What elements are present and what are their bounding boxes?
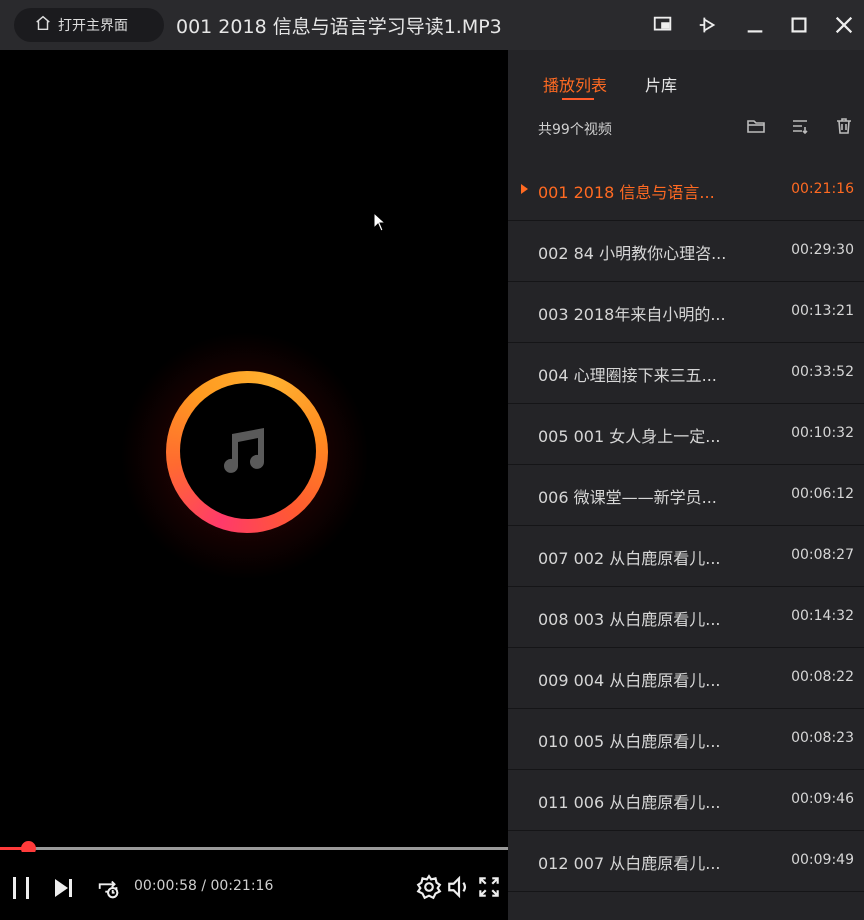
playlist-item[interactable]: 007 002 从白鹿原看儿... 00:08:27: [508, 526, 864, 587]
next-button[interactable]: [50, 874, 78, 902]
mouse-cursor-icon: [373, 211, 387, 232]
playlist-item[interactable]: 010 005 从白鹿原看儿... 00:08:23: [508, 709, 864, 770]
home-icon: [34, 14, 52, 36]
playlist-item[interactable]: 008 003 从白鹿原看儿... 00:14:32: [508, 587, 864, 648]
playlist-item[interactable]: 004 心理圈接下来三五... 00:33:52: [508, 343, 864, 404]
media-title: 001 2018 信息与语言学习导读1.MP3: [176, 16, 502, 38]
playlist-item-title: 004 心理圈接下来三五...: [538, 366, 717, 385]
playlist-item[interactable]: 009 004 从白鹿原看儿... 00:08:22: [508, 648, 864, 709]
close-icon[interactable]: [831, 12, 857, 38]
playlist-item-title: 008 003 从白鹿原看儿...: [538, 610, 721, 629]
playlist-item-title: 007 002 从白鹿原看儿...: [538, 549, 721, 568]
playlist-item-title: 003 2018年来自小明的...: [538, 305, 726, 324]
playlist-item-duration: 00:08:23: [791, 730, 854, 746]
playlist-count: 共99个视频: [538, 122, 612, 138]
loop-mode-icon[interactable]: [94, 874, 124, 902]
playlist-item-title: 005 001 女人身上一定...: [538, 427, 721, 446]
playlist-item-title: 002 84 小明教你心理咨...: [538, 244, 727, 263]
playlist-item-title: 006 微课堂——新学员...: [538, 488, 717, 507]
seek-bar[interactable]: [0, 841, 508, 856]
playlist-item-duration: 00:33:52: [791, 364, 854, 380]
sort-list-icon[interactable]: [790, 116, 812, 138]
open-folder-icon[interactable]: [746, 116, 768, 138]
playlist-item[interactable]: 011 006 从白鹿原看儿... 00:09:46: [508, 770, 864, 831]
playlist-item[interactable]: 012 007 从白鹿原看儿... 00:09:49: [508, 831, 864, 892]
playlist-panel: 播放列表 片库 共99个视频 001 2018 信息与语言... 00:21:16…: [508, 50, 864, 920]
playlist-item-title: 011 006 从白鹿原看儿...: [538, 793, 721, 812]
pin-on-top-icon[interactable]: [695, 12, 721, 38]
playlist-item-duration: 00:10:32: [791, 425, 854, 441]
playlist: 001 2018 信息与语言... 00:21:16 002 84 小明教你心理咨.…: [508, 160, 864, 892]
time-display: 00:00:58 / 00:21:16: [134, 878, 274, 894]
playlist-item-duration: 00:09:49: [791, 852, 854, 868]
playlist-item[interactable]: 001 2018 信息与语言... 00:21:16: [508, 160, 864, 221]
playlist-item-duration: 00:13:21: [791, 303, 854, 319]
maximize-icon[interactable]: [786, 12, 812, 38]
open-main-interface-label: 打开主界面: [58, 18, 128, 34]
music-note-icon: [218, 424, 272, 478]
playlist-item[interactable]: 003 2018年来自小明的... 00:13:21: [508, 282, 864, 343]
open-main-interface-button[interactable]: 打开主界面: [14, 8, 164, 42]
playlist-item-title: 012 007 从白鹿原看儿...: [538, 854, 721, 873]
settings-gear-icon[interactable]: [416, 874, 442, 900]
active-tab-indicator: [562, 98, 594, 100]
playlist-item-title: 001 2018 信息与语言...: [538, 183, 715, 202]
volume-icon[interactable]: [446, 874, 472, 900]
seek-bar-played: [0, 847, 23, 850]
trash-icon[interactable]: [834, 116, 856, 138]
control-bar: 00:00:58 / 00:21:16: [0, 852, 508, 920]
playlist-item[interactable]: 005 001 女人身上一定... 00:10:32: [508, 404, 864, 465]
playlist-item-duration: 00:08:27: [791, 547, 854, 563]
fullscreen-icon[interactable]: [476, 874, 502, 900]
playlist-item-duration: 00:21:16: [791, 181, 854, 197]
playlist-item-duration: 00:08:22: [791, 669, 854, 685]
title-bar: 打开主界面 001 2018 信息与语言学习导读1.MP3: [0, 0, 864, 50]
playlist-item-title: 009 004 从白鹿原看儿...: [538, 671, 721, 690]
pause-button[interactable]: [8, 874, 36, 902]
playlist-item-duration: 00:29:30: [791, 242, 854, 258]
playlist-item-duration: 00:14:32: [791, 608, 854, 624]
playlist-item[interactable]: 006 微课堂——新学员... 00:06:12: [508, 465, 864, 526]
now-playing-icon: [521, 184, 528, 194]
tab-playlist[interactable]: 播放列表: [543, 72, 607, 96]
playlist-item-duration: 00:06:12: [791, 486, 854, 502]
playlist-item-title: 010 005 从白鹿原看儿...: [538, 732, 721, 751]
tab-library[interactable]: 片库: [645, 72, 677, 96]
playlist-item[interactable]: 002 84 小明教你心理咨... 00:29:30: [508, 221, 864, 282]
playlist-item-duration: 00:09:46: [791, 791, 854, 807]
minimize-icon[interactable]: [742, 12, 768, 38]
mini-mode-icon[interactable]: [650, 12, 676, 38]
